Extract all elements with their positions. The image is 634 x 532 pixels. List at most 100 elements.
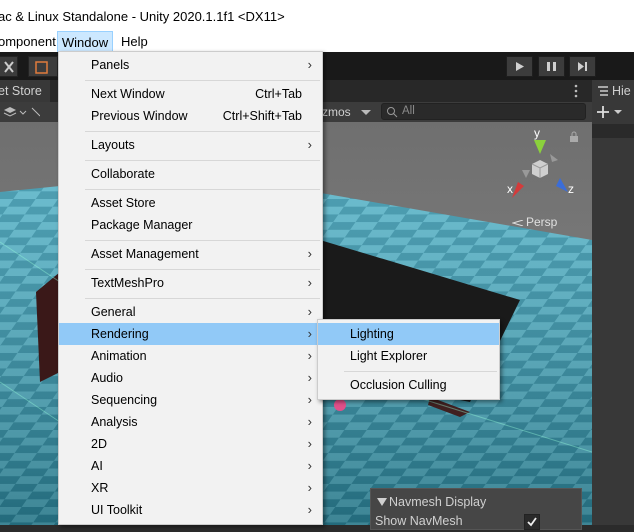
gizmos-label: zmos (322, 105, 351, 119)
tab-label: et Store (0, 84, 42, 98)
menu-item-xr[interactable]: XR › (59, 477, 322, 499)
title-bar: ac & Linux Standalone - Unity 2020.1.1f1… (0, 0, 634, 31)
menu-item-textmeshpro[interactable]: TextMeshPro › (59, 272, 322, 294)
chevron-right-icon: › (307, 480, 312, 495)
menu-bar: omponent Window Help (0, 31, 634, 52)
gizmos-dropdown[interactable]: zmos (322, 103, 374, 121)
menu-item-light-explorer[interactable]: Light Explorer (318, 345, 499, 367)
transform-icon (4, 61, 14, 73)
menu-item-analysis[interactable]: Analysis › (59, 411, 322, 433)
menu-item-label: Panels (91, 58, 130, 72)
layers-icon (3, 107, 41, 117)
menu-item-rendering[interactable]: Rendering › (59, 323, 322, 345)
menu-item-layouts[interactable]: Layouts › (59, 134, 322, 156)
lock-icon[interactable] (568, 131, 580, 143)
menu-separator (344, 371, 497, 372)
rendering-submenu: Lighting Light Explorer Occlusion Cullin… (317, 319, 500, 400)
menu-item-ui-toolkit[interactable]: UI Toolkit › (59, 499, 322, 521)
menu-item-shortcut: Ctrl+Tab (255, 87, 302, 101)
foldout-arrow-icon[interactable] (377, 498, 387, 506)
chevron-right-icon: › (307, 436, 312, 451)
menu-item-label: Rendering (91, 327, 149, 341)
create-dropdown[interactable] (596, 103, 626, 121)
axis-y-label: y (534, 126, 540, 140)
menu-item-label: Occlusion Culling (350, 378, 447, 392)
menu-item-label: Layouts (91, 138, 135, 152)
tab-asset-store[interactable]: et Store (0, 80, 50, 102)
window-title: ac & Linux Standalone - Unity 2020.1.1f1… (0, 9, 285, 24)
step-icon (578, 62, 587, 71)
menu-item-label: Analysis (91, 415, 138, 429)
chevron-right-icon: › (307, 246, 312, 261)
chevron-right-icon: › (307, 275, 312, 290)
menu-item-label: Asset Store (91, 196, 156, 210)
custom-tool-icon (35, 61, 48, 74)
scene-search-input[interactable]: All (381, 103, 586, 120)
render-mode-dropdown[interactable] (0, 104, 41, 120)
play-icon (516, 62, 524, 71)
menu-item-2d[interactable]: 2D › (59, 433, 322, 455)
plus-icon (597, 106, 622, 118)
kebab-menu-icon (574, 84, 578, 98)
menu-separator (85, 298, 320, 299)
menu-item-label: Light Explorer (350, 349, 428, 363)
chevron-right-icon: › (307, 348, 312, 363)
menu-help[interactable]: Help (121, 31, 148, 52)
play-button[interactable] (506, 56, 533, 77)
menu-item-label: Lighting (350, 327, 394, 341)
chevron-right-icon: › (307, 414, 312, 429)
menu-item-collaborate[interactable]: Collaborate (59, 163, 322, 185)
chevron-right-icon: › (307, 304, 312, 319)
transform-tool-button[interactable] (0, 56, 18, 77)
chevron-right-icon: › (307, 458, 312, 473)
menu-item-lighting[interactable]: Lighting (318, 323, 499, 345)
menu-separator (85, 189, 320, 190)
show-navmesh-label: Show NavMesh (375, 514, 463, 528)
menu-item-previous-window[interactable]: Previous Window Ctrl+Shift+Tab (59, 105, 322, 127)
menu-item-label: TextMeshPro (91, 276, 164, 290)
chevron-right-icon: › (307, 370, 312, 385)
axis-z-label: z (568, 182, 574, 196)
menu-item-asset-store[interactable]: Asset Store (59, 192, 322, 214)
search-placeholder: All (402, 105, 415, 117)
navmesh-title: Navmesh Display (389, 495, 487, 509)
menu-item-asset-management[interactable]: Asset Management › (59, 243, 322, 265)
hierarchy-search[interactable] (592, 124, 634, 138)
menu-item-animation[interactable]: Animation › (59, 345, 322, 367)
pause-button[interactable] (538, 56, 565, 77)
custom-tool-button[interactable] (28, 56, 58, 77)
menu-item-shortcut: Ctrl+Shift+Tab (222, 109, 302, 123)
orientation-gizmo[interactable]: y x z Persp (502, 126, 582, 229)
menu-item-package-manager[interactable]: Package Manager (59, 214, 322, 236)
persp-icon (512, 220, 524, 226)
menu-item-general[interactable]: General › (59, 301, 322, 323)
menu-separator (85, 80, 320, 81)
menu-item-next-window[interactable]: Next Window Ctrl+Tab (59, 83, 322, 105)
show-navmesh-checkbox[interactable] (524, 514, 540, 530)
menu-item-sequencing[interactable]: Sequencing › (59, 389, 322, 411)
chevron-down-icon (361, 110, 371, 115)
menu-item-label: XR (91, 481, 109, 495)
menu-window[interactable]: Window (57, 31, 113, 52)
step-button[interactable] (569, 56, 596, 77)
navmesh-display-panel: Navmesh Display Show NavMesh (370, 488, 582, 530)
menu-item-audio[interactable]: Audio › (59, 367, 322, 389)
chevron-right-icon: › (307, 57, 312, 72)
menu-item-label: Asset Management (91, 247, 199, 261)
menu-separator (85, 131, 320, 132)
hierarchy-icon (598, 86, 608, 96)
menu-item-label: Animation (91, 349, 147, 363)
menu-item-label: AI (91, 459, 103, 473)
menu-item-label: Next Window (91, 87, 165, 101)
menu-item-label: Collaborate (91, 167, 155, 181)
tab-menu-button[interactable] (566, 83, 586, 99)
search-icon (387, 107, 398, 118)
chevron-right-icon: › (307, 502, 312, 517)
menu-item-panels[interactable]: Panels › (59, 54, 322, 76)
menu-separator (85, 269, 320, 270)
menu-item-occlusion-culling[interactable]: Occlusion Culling (318, 374, 499, 396)
menu-component[interactable]: omponent (0, 31, 56, 52)
tab-hierarchy[interactable]: Hie (592, 80, 634, 102)
chevron-right-icon: › (307, 392, 312, 407)
menu-item-ai[interactable]: AI › (59, 455, 322, 477)
